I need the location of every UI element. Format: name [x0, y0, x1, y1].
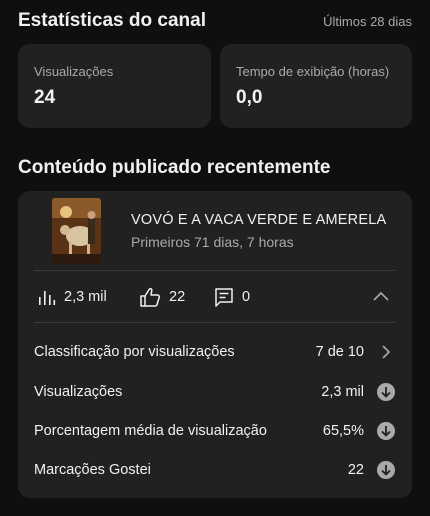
bar-chart-icon [38, 288, 56, 306]
views-stat-value: 24 [34, 87, 56, 108]
detail-row-ranking[interactable]: Classificação por visualizações 7 de 10 [34, 339, 396, 365]
views-metric: 2,3 mil [38, 271, 107, 322]
detail-row-avg-percentage: Porcentagem média de visualização 65,5% [34, 418, 396, 444]
recent-content-header: Conteúdo publicado recentemente [18, 157, 412, 179]
detail-label: Porcentagem média de visualização [34, 423, 267, 439]
video-title[interactable]: VOVÓ E A VACA VERDE E AMERELA [131, 212, 386, 228]
views-stat-card[interactable]: Visualizações 24 [18, 44, 211, 128]
detail-row-views: Visualizações 2,3 mil [34, 379, 396, 405]
comment-icon [214, 287, 234, 307]
chevron-right-icon[interactable] [376, 342, 396, 362]
video-metrics-row: 2,3 mil 22 0 [18, 271, 412, 322]
comments-metric: 0 [214, 271, 250, 322]
channel-stats-title: Estatísticas do canal [18, 10, 206, 31]
chevron-up-icon [373, 288, 389, 306]
detail-value: 2,3 mil [321, 384, 364, 400]
video-thumbnail[interactable] [52, 198, 101, 264]
recent-video-card: VOVÓ E A VACA VERDE E AMERELA Primeiros … [18, 191, 412, 498]
watch-time-stat-card[interactable]: Tempo de exibição (horas) 0,0 [220, 44, 412, 128]
detail-label: Visualizações [34, 384, 123, 400]
arrow-down-circle-icon [376, 382, 396, 402]
collapse-button[interactable] [370, 286, 392, 308]
likes-metric-value: 22 [169, 288, 186, 305]
watch-time-stat-label: Tempo de exibição (horas) [236, 64, 390, 79]
video-subtitle: Primeiros 71 dias, 7 horas [131, 234, 294, 250]
views-stat-label: Visualizações [34, 64, 114, 79]
channel-stats-header: Estatísticas do canal Últimos 28 dias [18, 10, 412, 32]
detail-row-likes: Marcações Gostei 22 [34, 457, 396, 483]
video-row[interactable]: VOVÓ E A VACA VERDE E AMERELA Primeiros … [18, 191, 412, 271]
views-metric-value: 2,3 mil [64, 288, 107, 305]
divider [34, 322, 396, 323]
detail-label: Classificação por visualizações [34, 344, 235, 360]
watch-time-stat-value: 0,0 [236, 87, 263, 108]
period-label: Últimos 28 dias [323, 14, 412, 29]
thumbs-up-icon [139, 287, 161, 307]
arrow-down-circle-icon [376, 460, 396, 480]
detail-value: 65,5% [322, 423, 364, 439]
detail-label: Marcações Gostei [34, 462, 151, 478]
detail-value: 7 de 10 [315, 344, 364, 360]
comments-metric-value: 0 [242, 288, 251, 305]
detail-value: 22 [347, 462, 364, 478]
arrow-down-circle-icon [376, 421, 396, 441]
likes-metric: 22 [139, 271, 185, 322]
recent-content-title: Conteúdo publicado recentemente [18, 157, 331, 178]
